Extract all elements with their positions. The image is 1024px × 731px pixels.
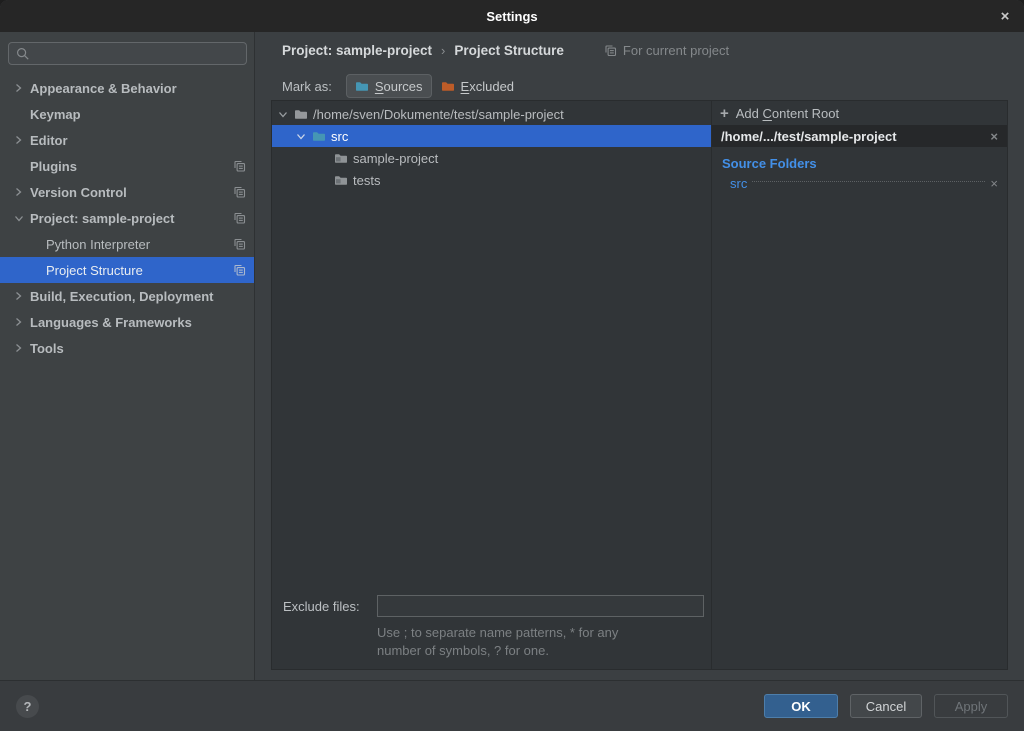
folder-icon bbox=[294, 108, 308, 120]
tree-node-label: tests bbox=[353, 173, 380, 188]
sidebar-item-appearance-behavior[interactable]: Appearance & Behavior bbox=[0, 75, 254, 101]
source-folder-icon bbox=[355, 80, 369, 92]
project-settings-icon bbox=[233, 160, 246, 173]
exclude-files-label: Exclude files: bbox=[283, 599, 360, 614]
remove-content-root-icon[interactable]: × bbox=[990, 130, 998, 143]
tree-row-content-root[interactable]: /home/sven/Dokumente/test/sample-project bbox=[272, 103, 711, 125]
source-folder-name: src bbox=[730, 176, 747, 191]
sidebar-item-version-control[interactable]: Version Control bbox=[0, 179, 254, 205]
chevron-right-icon bbox=[14, 291, 30, 301]
add-content-root-button[interactable]: + Add Content Root bbox=[712, 102, 1007, 125]
breadcrumb-separator-icon: › bbox=[441, 43, 445, 58]
folder-icon bbox=[334, 174, 348, 186]
sidebar-item-project-sample-project[interactable]: Project: sample-project bbox=[0, 205, 254, 231]
excluded-folder-icon bbox=[441, 80, 455, 92]
breadcrumb-project[interactable]: Project: sample-project bbox=[282, 43, 432, 58]
project-settings-icon bbox=[233, 212, 246, 225]
plus-icon: + bbox=[720, 106, 729, 121]
directory-tree-pane: /home/sven/Dokumente/test/sample-project… bbox=[272, 101, 712, 669]
ok-button[interactable]: OK bbox=[764, 694, 838, 718]
project-settings-icon bbox=[233, 264, 246, 277]
chevron-right-icon bbox=[14, 135, 30, 145]
exclude-files-hint: Use ; to separate name patterns, * for a… bbox=[272, 624, 711, 660]
exclude-files-row: Exclude files: bbox=[272, 595, 711, 617]
mark-excluded-button[interactable]: Excluded bbox=[437, 79, 518, 94]
chevron-down-icon[interactable] bbox=[296, 132, 312, 141]
window-title: Settings bbox=[486, 9, 537, 24]
close-icon[interactable]: × bbox=[995, 6, 1015, 26]
sidebar-item-build-execution-deployment[interactable]: Build, Execution, Deployment bbox=[0, 283, 254, 309]
dialog-footer: ? OK Cancel Apply bbox=[0, 680, 1024, 731]
sidebar-item-label: Version Control bbox=[30, 185, 127, 200]
sidebar-item-languages-frameworks[interactable]: Languages & Frameworks bbox=[0, 309, 254, 335]
project-settings-icon bbox=[604, 44, 617, 57]
sidebar-item-plugins[interactable]: Plugins bbox=[0, 153, 254, 179]
sidebar-item-label: Build, Execution, Deployment bbox=[30, 289, 213, 304]
source-folders-heading: Source Folders bbox=[722, 156, 1007, 171]
dotted-leader bbox=[752, 181, 985, 182]
mark-sources-button[interactable]: Sources bbox=[346, 74, 432, 98]
sidebar-item-keymap[interactable]: Keymap bbox=[0, 101, 254, 127]
sidebar-item-tools[interactable]: Tools bbox=[0, 335, 254, 361]
content-root-path: /home/.../test/sample-project bbox=[721, 129, 897, 144]
cancel-button[interactable]: Cancel bbox=[850, 694, 922, 718]
chevron-right-icon bbox=[14, 343, 30, 353]
tree-node-label: src bbox=[331, 129, 348, 144]
mark-as-label: Mark as: bbox=[282, 79, 332, 94]
sidebar-item-label: Editor bbox=[30, 133, 68, 148]
breadcrumb-page: Project Structure bbox=[454, 43, 564, 58]
breadcrumb: Project: sample-project › Project Struct… bbox=[282, 37, 729, 63]
sidebar-item-label: Languages & Frameworks bbox=[30, 315, 192, 330]
apply-button[interactable]: Apply bbox=[934, 694, 1008, 718]
tree-node-label: /home/sven/Dokumente/test/sample-project bbox=[313, 107, 564, 122]
chevron-right-icon bbox=[14, 317, 30, 327]
content-root-pane: + Add Content Root /home/.../test/sample… bbox=[712, 101, 1007, 669]
sidebar-item-editor[interactable]: Editor bbox=[0, 127, 254, 153]
content-root-item[interactable]: /home/.../test/sample-project × bbox=[712, 125, 1007, 147]
directory-tree: /home/sven/Dokumente/test/sample-project… bbox=[272, 101, 711, 191]
remove-source-folder-icon[interactable]: × bbox=[990, 177, 998, 190]
sidebar-item-label: Project Structure bbox=[46, 263, 143, 278]
dialog-body: Appearance & Behavior Keymap Editor Plug… bbox=[0, 32, 1024, 680]
tree-row-tests[interactable]: tests bbox=[272, 169, 711, 191]
sidebar-item-python-interpreter[interactable]: Python Interpreter bbox=[0, 231, 254, 257]
settings-search[interactable] bbox=[8, 42, 247, 65]
settings-dialog: Settings × Appearance & Behavior Keym bbox=[0, 0, 1024, 731]
search-icon bbox=[16, 47, 30, 61]
settings-nav: Appearance & Behavior Keymap Editor Plug… bbox=[0, 75, 254, 361]
tree-row-src[interactable]: src bbox=[272, 125, 711, 147]
settings-sidebar: Appearance & Behavior Keymap Editor Plug… bbox=[0, 32, 255, 680]
sidebar-item-label: Keymap bbox=[30, 107, 81, 122]
sidebar-item-label: Plugins bbox=[30, 159, 77, 174]
content-roots-panel: /home/sven/Dokumente/test/sample-project… bbox=[271, 100, 1008, 670]
sidebar-item-label: Python Interpreter bbox=[46, 237, 150, 252]
scope-indicator: For current project bbox=[604, 43, 729, 58]
chevron-right-icon bbox=[14, 83, 30, 93]
mark-as-toolbar: Mark as: Sources Excluded bbox=[282, 74, 518, 98]
sidebar-item-label: Appearance & Behavior bbox=[30, 81, 177, 96]
tree-node-label: sample-project bbox=[353, 151, 438, 166]
sidebar-item-project-structure[interactable]: Project Structure bbox=[0, 257, 254, 283]
search-input[interactable] bbox=[30, 46, 246, 61]
sidebar-item-label: Tools bbox=[30, 341, 64, 356]
chevron-down-icon bbox=[14, 214, 30, 223]
tree-row-sample-project[interactable]: sample-project bbox=[272, 147, 711, 169]
source-folder-icon bbox=[312, 130, 326, 142]
scope-label: For current project bbox=[623, 43, 729, 58]
titlebar: Settings × bbox=[0, 0, 1024, 32]
settings-content: Project: sample-project › Project Struct… bbox=[255, 32, 1024, 680]
project-settings-icon bbox=[233, 238, 246, 251]
source-folder-item[interactable]: src × bbox=[712, 174, 1007, 193]
help-button[interactable]: ? bbox=[16, 695, 39, 718]
project-settings-icon bbox=[233, 186, 246, 199]
folder-icon bbox=[334, 152, 348, 164]
chevron-down-icon[interactable] bbox=[278, 110, 294, 119]
sidebar-item-label: Project: sample-project bbox=[30, 211, 175, 226]
chevron-right-icon bbox=[14, 187, 30, 197]
exclude-files-input[interactable] bbox=[377, 595, 704, 617]
